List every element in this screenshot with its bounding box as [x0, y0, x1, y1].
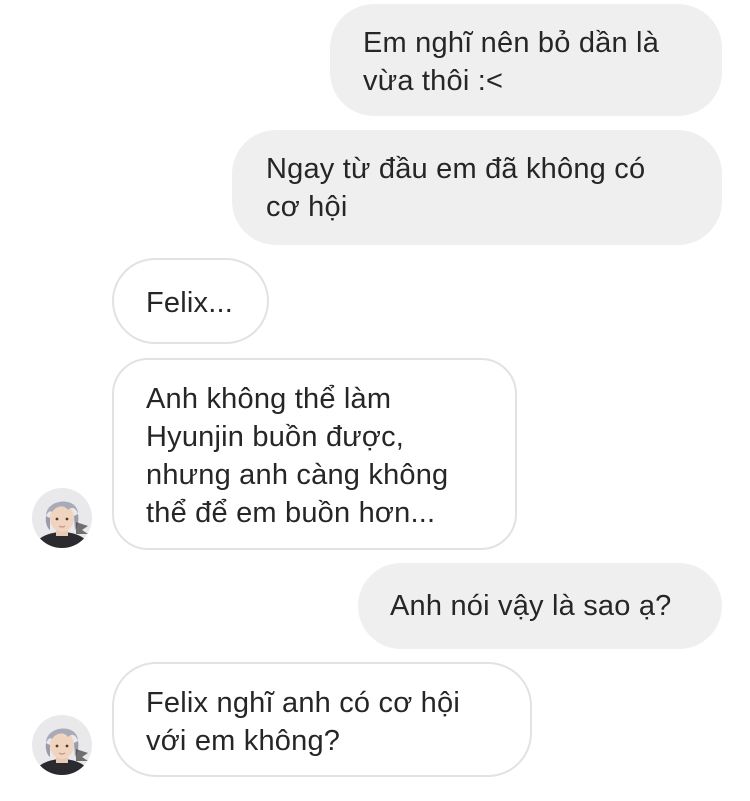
chat-thread: Em nghĩ nên bỏ dần là vừa thôi :< Ngay t…	[0, 0, 750, 801]
outgoing-message-bubble[interactable]: Anh nói vậy là sao ạ?	[358, 563, 722, 649]
incoming-message-bubble[interactable]: Felix nghĩ anh có cơ hội với em không?	[112, 662, 532, 777]
contact-avatar[interactable]	[32, 488, 92, 548]
outgoing-message-bubble[interactable]: Ngay từ đầu em đã không có cơ hội	[232, 130, 722, 245]
incoming-message-bubble[interactable]: Anh không thể làm Hyunjin buồn được, như…	[112, 358, 517, 550]
incoming-message-bubble[interactable]: Felix...	[112, 258, 269, 344]
outgoing-message-bubble[interactable]: Em nghĩ nên bỏ dần là vừa thôi :<	[330, 4, 722, 116]
avatar-photo-icon	[32, 488, 92, 548]
contact-avatar[interactable]	[32, 715, 92, 775]
avatar-photo-icon	[32, 715, 92, 775]
